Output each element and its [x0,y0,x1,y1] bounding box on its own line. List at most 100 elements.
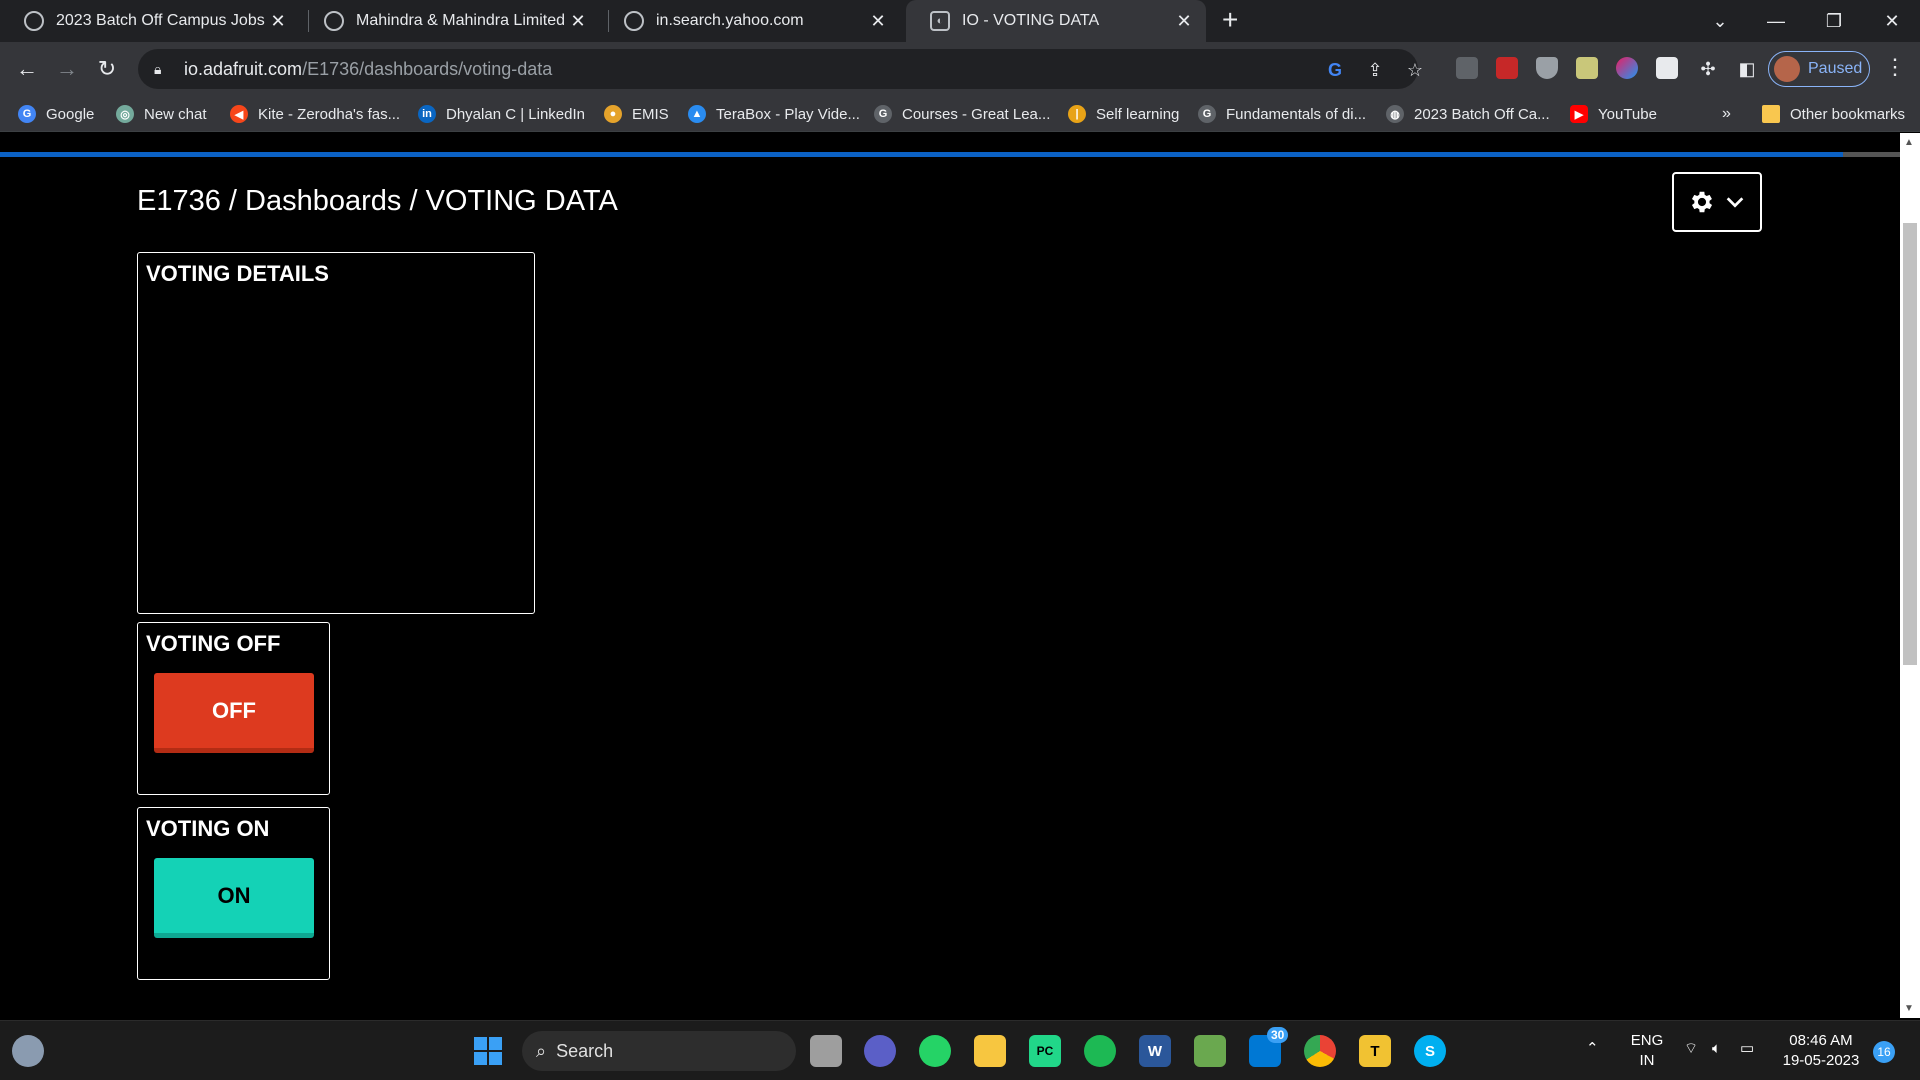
extension-icon[interactable] [1456,57,1478,79]
word-icon[interactable]: W [1139,1035,1171,1067]
voting-on-block: VOTING ON ON [137,807,330,980]
search-icon: ⌕ [536,1040,547,1061]
kite-icon: ◀ [230,105,248,123]
address-bar[interactable]: 🔒︎ io.adafruit.com/E1736/dashboards/voti… [138,49,1423,89]
side-panel-icon[interactable]: ◧ [1736,58,1758,80]
reload-button[interactable]: ↻ [88,50,126,88]
extension-icon[interactable] [1576,57,1598,79]
close-tab-icon[interactable]: ✕ [568,11,588,32]
spotify-icon[interactable] [1084,1035,1116,1067]
language-indicator[interactable]: ENG IN [1630,1031,1664,1071]
tab-yahoo[interactable]: in.search.yahoo.com ✕ [600,0,900,42]
scrollbar-thumb[interactable] [1903,223,1917,665]
notepad-icon[interactable] [1194,1035,1226,1067]
whatsapp-icon[interactable] [919,1035,951,1067]
shield-extension-icon[interactable] [1536,57,1558,79]
tab-voting-data[interactable]: ◐ IO - VOTING DATA ✕ [906,0,1206,42]
forward-button[interactable]: → [48,50,86,88]
show-hidden-icons[interactable]: ⌃ [1586,1039,1599,1059]
bookmarks-overflow-button[interactable]: » [1722,102,1731,126]
dashboard-settings-button[interactable] [1672,172,1762,232]
pycharm-icon[interactable]: PC [1029,1035,1061,1067]
windows-start-icon[interactable] [472,1035,504,1067]
bookmark-emis[interactable]: ● EMIS [604,102,669,126]
color-extension-icon[interactable] [1616,57,1638,79]
scroll-up-icon[interactable]: ▲ [1904,137,1914,148]
off-button[interactable]: OFF [154,673,314,753]
other-bookmarks[interactable]: Other bookmarks [1762,102,1905,126]
tab-title: IO - VOTING DATA [962,12,1100,29]
restore-button[interactable]: ❐ [1806,0,1862,42]
bookmark-google[interactable]: G Google [18,102,94,126]
minimize-button[interactable]: — [1748,0,1804,42]
taskbar-search[interactable]: ⌕ Search [522,1031,796,1071]
profile-status: Paused [1808,60,1863,77]
close-tab-icon[interactable]: ✕ [868,11,888,32]
close-tab-icon[interactable]: ✕ [1174,11,1194,32]
tab-mahindra[interactable]: Mahindra & Mahindra Limited Off ✕ [300,0,600,42]
self-learning-icon: | [1068,105,1086,123]
bookmark-self-learning[interactable]: | Self learning [1068,102,1179,126]
bookmark-fundamentals[interactable]: G Fundamentals of di... [1198,102,1366,126]
bookmark-terabox[interactable]: ▲ TeraBox - Play Vide... [688,102,860,126]
chevron-down-icon [1726,197,1744,208]
scroll-down-icon[interactable]: ▼ [1904,1003,1914,1014]
dashboard-page: E1736 / Dashboards / VOTING DATA VOTING … [0,133,1900,1018]
weather-icon[interactable] [12,1035,44,1067]
on-button[interactable]: ON [154,858,314,938]
menu-icon[interactable]: ⋮ [1884,54,1906,80]
youtube-icon: ▶ [1570,105,1588,123]
google-icon: G [18,105,36,123]
close-window-button[interactable]: ✕ [1864,0,1920,42]
avatar [1774,56,1800,82]
tab-search-icon[interactable]: ⌄ [1692,0,1748,42]
emis-icon: ● [604,105,622,123]
adafruit-io-icon: ◐ [930,11,950,31]
taskbar-app-icon[interactable]: T [1359,1035,1391,1067]
globe-icon [324,11,344,31]
bookmark-linkedin[interactable]: in Dhyalan C | LinkedIn [418,102,585,126]
profile-button[interactable]: Paused [1768,51,1870,87]
windows-taskbar: ⌕ Search PC W 30 T S ⌃ ENG IN ⌔ 🔈︎ ▭ 08:… [0,1020,1920,1080]
terabox-icon: ▲ [688,105,706,123]
notification-badge[interactable]: 16 [1873,1041,1895,1063]
bookmark-youtube[interactable]: ▶ YouTube [1570,102,1657,126]
tab-title: Mahindra & Mahindra Limited Off [356,12,568,29]
skype-icon[interactable]: S [1414,1035,1446,1067]
linkedin-icon: in [418,105,436,123]
chrome-icon[interactable] [1304,1035,1336,1067]
bookmark-batch-off-campus[interactable]: ◍ 2023 Batch Off Ca... [1386,102,1550,126]
bookmark-new-chat[interactable]: ◎ New chat [116,102,207,126]
voting-details-block: VOTING DETAILS [137,252,535,614]
bookmark-kite[interactable]: ◀ Kite - Zerodha's fas... [230,102,400,126]
zoom-extension-icon[interactable] [1656,57,1678,79]
clock[interactable]: 08:46 AM 19-05-2023 [1776,1031,1866,1071]
close-tab-icon[interactable]: ✕ [268,11,288,32]
browser-tabstrip: 2023 Batch Off Campus Jobs | Off ✕ Mahin… [0,0,1920,42]
teams-chat-icon[interactable] [864,1035,896,1067]
accent-bar [0,152,1843,157]
file-explorer-icon[interactable] [974,1035,1006,1067]
tab-campus-jobs[interactable]: 2023 Batch Off Campus Jobs | Off ✕ [0,0,300,42]
back-button[interactable]: ← [8,50,46,88]
tab-title: 2023 Batch Off Campus Jobs | Off [56,12,268,29]
new-tab-button[interactable]: + [1222,4,1238,36]
bookmark-star-icon[interactable]: ☆ [1404,59,1426,81]
accent-bar-end [1843,152,1900,157]
page-scrollbar[interactable]: ▲ ▼ [1900,133,1920,1018]
share-icon[interactable]: ⇪ [1364,59,1386,81]
mail-icon[interactable]: 30 [1249,1027,1289,1067]
puzzle-extensions-icon[interactable]: ✣ [1697,58,1719,80]
bookmarks-bar: G Google ◎ New chat ◀ Kite - Zerodha's fas.… [0,96,1920,132]
tab-title: in.search.yahoo.com [656,12,804,29]
block-title: VOTING OFF [146,631,281,656]
google-lens-icon[interactable]: G [1324,59,1346,81]
extension-icon[interactable] [1496,57,1518,79]
task-view-icon[interactable] [810,1035,842,1067]
bookmark-great-learning[interactable]: G Courses - Great Lea... [874,102,1050,126]
url-text: io.adafruit.com/E1736/dashboards/voting-… [184,58,553,79]
volume-icon[interactable]: 🔈︎ [1712,1039,1721,1059]
wifi-icon[interactable]: ⌔ [1684,1039,1698,1059]
folder-icon [1762,105,1780,123]
battery-icon[interactable]: ▭ [1740,1039,1754,1059]
